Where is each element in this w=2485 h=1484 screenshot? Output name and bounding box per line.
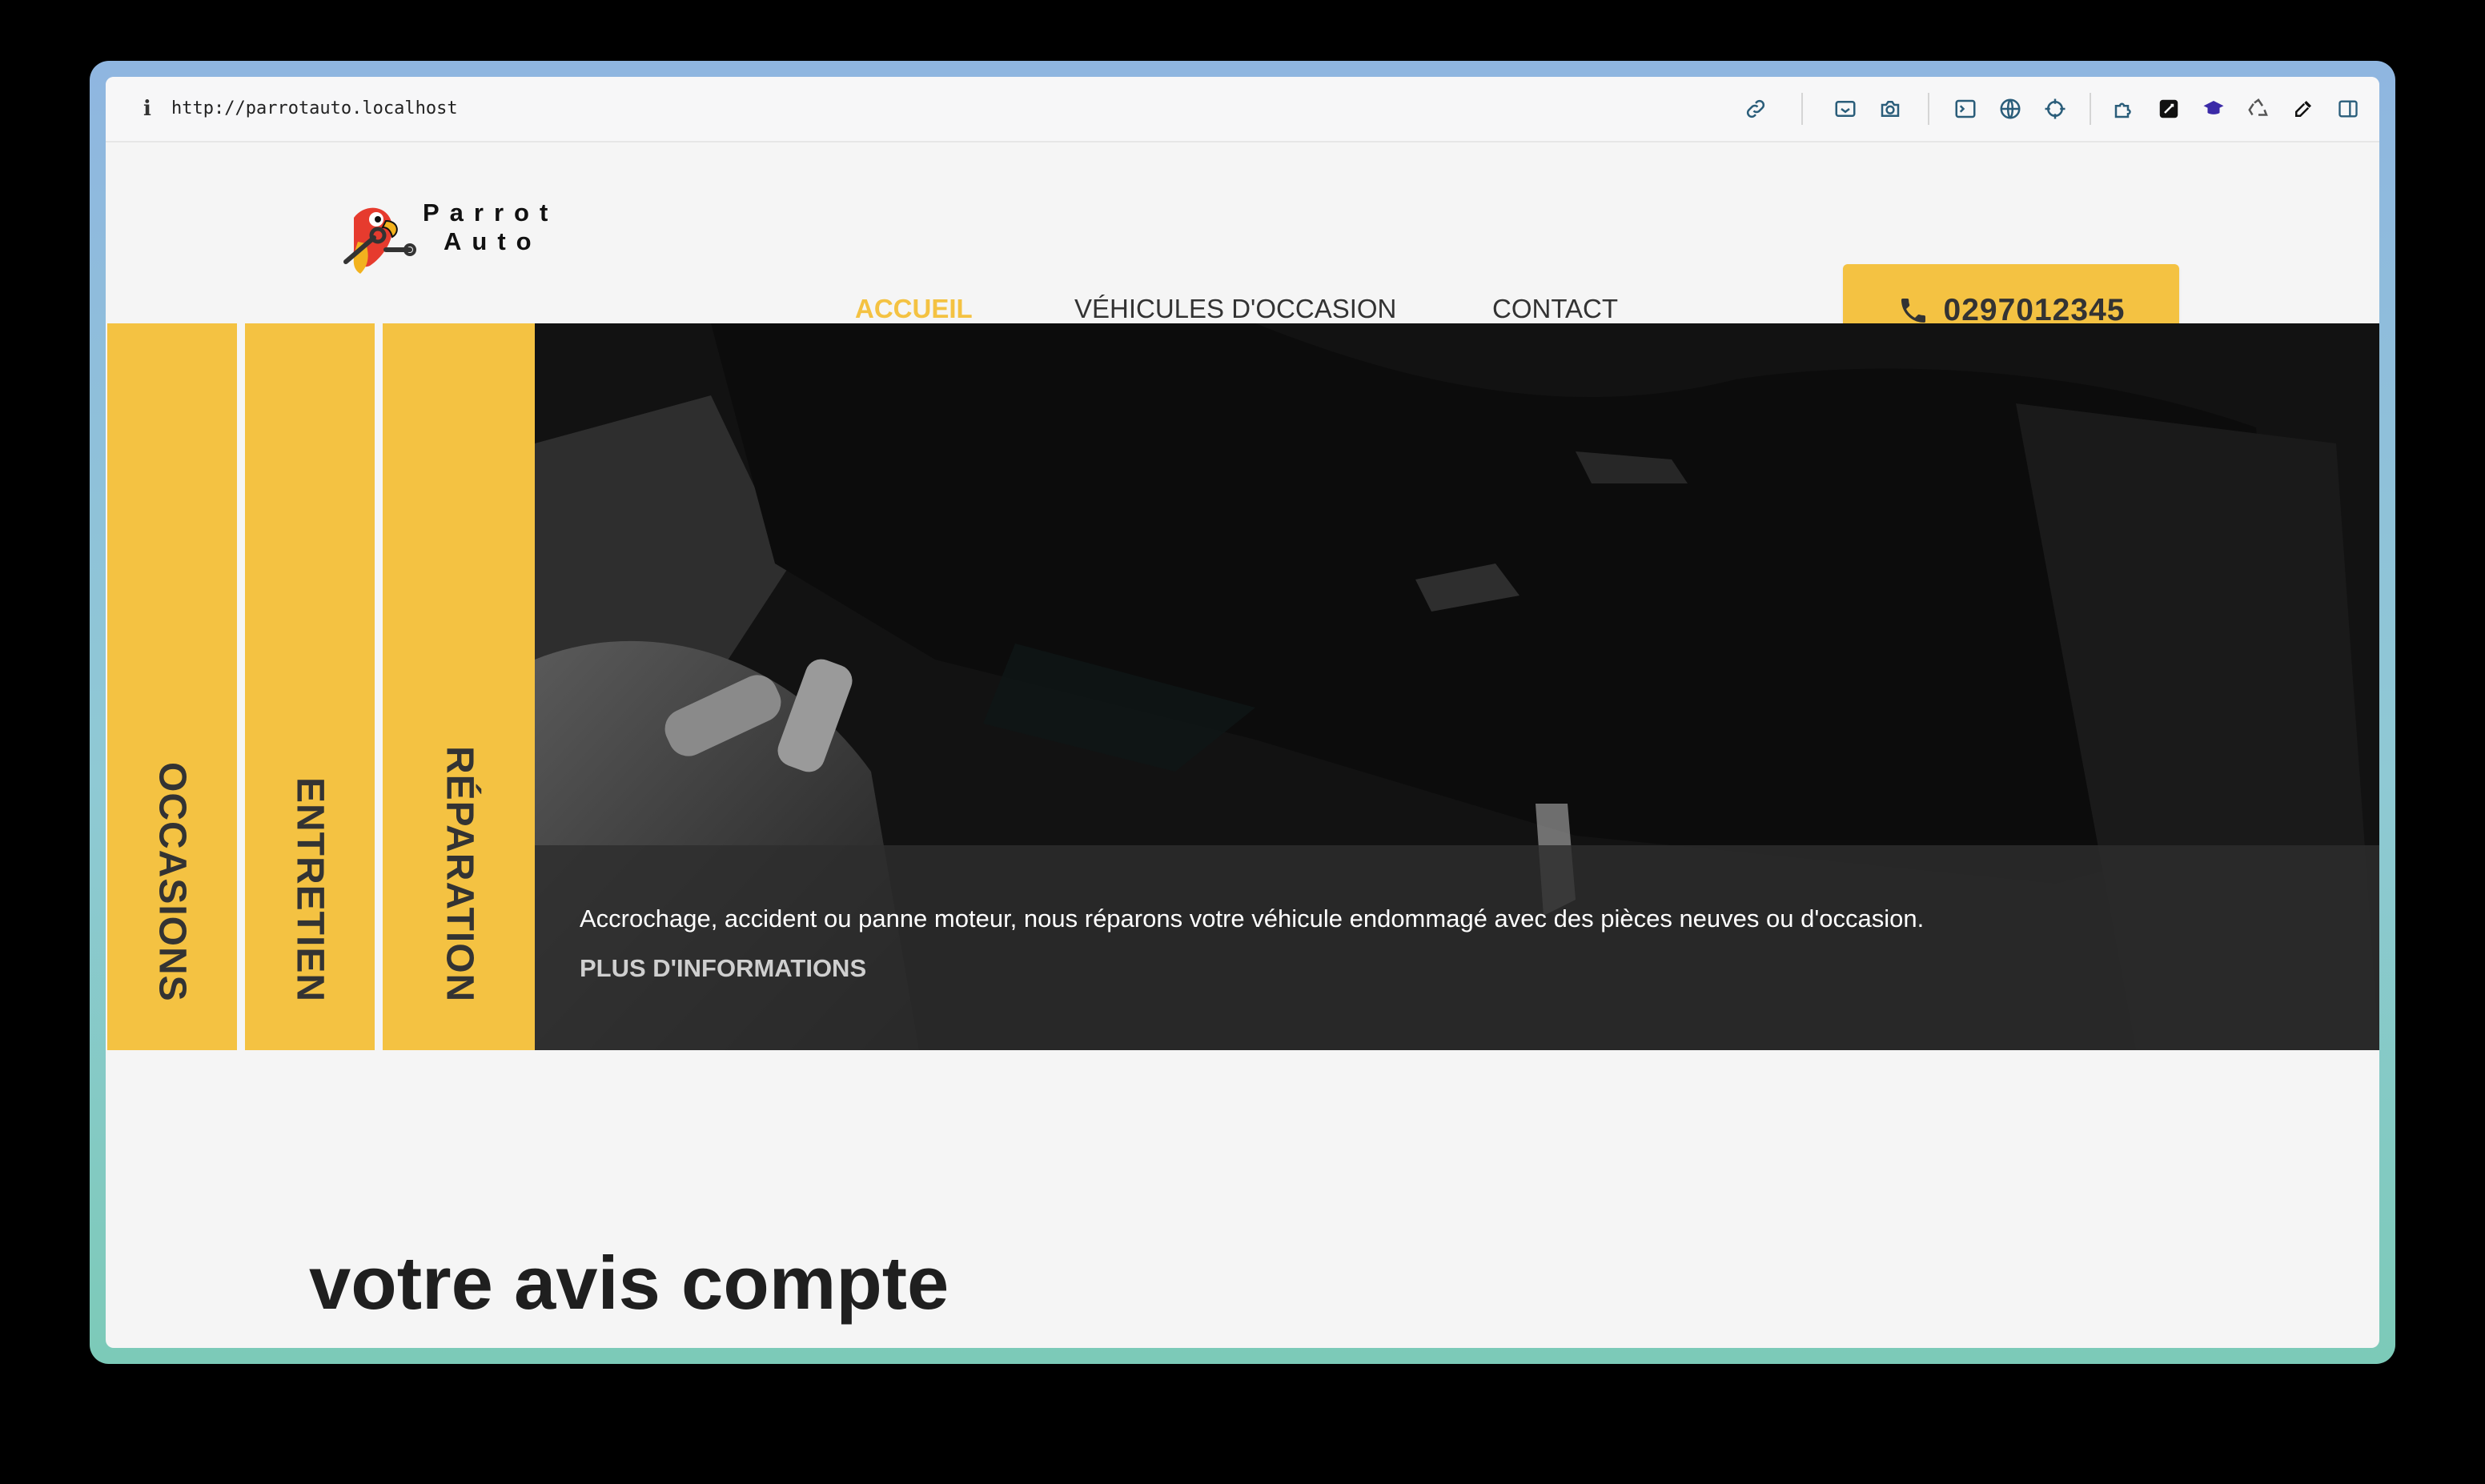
- nav-vehicules-occasion[interactable]: VÉHICULES D'OCCASION: [1074, 293, 1396, 325]
- nav-contact[interactable]: CONTACT: [1492, 293, 1618, 325]
- toolbar-divider: [2090, 93, 2091, 125]
- tab-entretien[interactable]: ENTRETIEN: [245, 323, 375, 1050]
- address-bar: i http://parrotauto.localhost: [106, 77, 2379, 142]
- camera-icon[interactable]: [1875, 94, 1905, 124]
- sidebar-toggle-icon[interactable]: [2333, 94, 2363, 124]
- terminal-icon[interactable]: [1950, 94, 1981, 124]
- tab-entretien-label: ENTRETIEN: [288, 776, 331, 1002]
- hero-caption: Accrochage, accident ou panne moteur, no…: [535, 845, 2379, 1050]
- extension-puzzle-icon[interactable]: [2109, 94, 2139, 124]
- more-info-link[interactable]: PLUS D'INFORMATIONS: [580, 954, 866, 983]
- link-icon[interactable]: [1740, 94, 1771, 124]
- tab-reparation[interactable]: RÉPARATION: [383, 323, 536, 1050]
- phone-icon: [1901, 299, 1925, 323]
- tab-reparation-label: RÉPARATION: [438, 745, 481, 1002]
- recycle-icon[interactable]: [2243, 94, 2274, 124]
- screenshot-area-icon[interactable]: [1830, 94, 1861, 124]
- site-header: Parrot Auto ACCUEIL VÉHICULES D'OCCASION…: [106, 142, 2379, 357]
- crosshair-icon[interactable]: [2040, 94, 2070, 124]
- compose-icon[interactable]: [2154, 94, 2184, 124]
- browser-window: i http://parrotauto.localhost Parrot Aut…: [106, 77, 2379, 1348]
- url-text[interactable]: http://parrotauto.localhost: [171, 93, 458, 125]
- parrot-logo-icon[interactable]: [330, 194, 418, 282]
- brand-name-line2: Auto: [444, 227, 542, 255]
- toolbar-divider: [1801, 93, 1803, 125]
- brand-name[interactable]: Parrot Auto: [423, 199, 583, 256]
- section-title: votre avis compte: [309, 1241, 949, 1325]
- globe-icon[interactable]: [1995, 94, 2025, 124]
- toolbar-divider: [1928, 93, 1929, 125]
- hero-caption-text: Accrochage, accident ou panne moteur, no…: [580, 904, 1925, 933]
- hero-section: OCCASIONS ENTRETIEN RÉPARATION Accrochag…: [106, 323, 2379, 1050]
- browser-frame: i http://parrotauto.localhost Parrot Aut…: [90, 61, 2395, 1364]
- eyedropper-icon[interactable]: [2288, 94, 2318, 124]
- graduation-cap-icon[interactable]: [2198, 94, 2229, 124]
- tab-occasions[interactable]: OCCASIONS: [107, 323, 237, 1050]
- brand-name-line1: Parrot: [423, 199, 559, 227]
- info-icon[interactable]: i: [134, 93, 160, 125]
- tab-occasions-label: OCCASIONS: [151, 762, 194, 1002]
- nav-accueil[interactable]: ACCUEIL: [855, 293, 973, 325]
- hero-mechanic-photo: Accrochage, accident ou panne moteur, no…: [535, 323, 2379, 1050]
